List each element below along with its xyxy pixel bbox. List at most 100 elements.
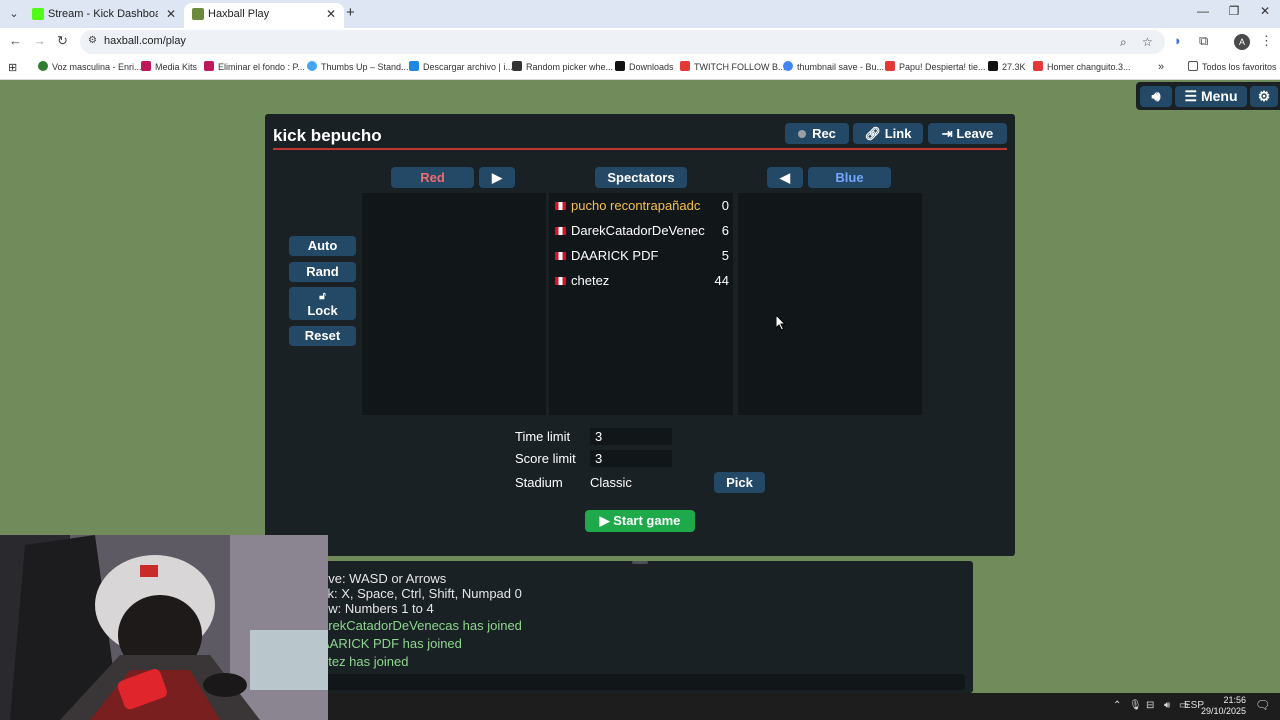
tab-kick-dashboard[interactable]: Stream - Kick Dashboard ✕ — [24, 3, 184, 28]
site-info-icon[interactable]: ⚙ — [88, 35, 97, 46]
microphone-icon[interactable]: 🎙︎ — [1129, 700, 1142, 711]
bookmark-favicon-icon — [307, 61, 317, 71]
score-limit-label: Score limit — [515, 451, 576, 466]
red-team-list[interactable] — [362, 193, 546, 415]
player-ping: 0 — [721, 198, 729, 213]
title-divider — [273, 148, 1007, 150]
bookmark-item[interactable]: TWITCH FOLLOW B... — [680, 61, 786, 72]
bookmark-item[interactable]: Voz masculina - Enri... — [38, 61, 142, 72]
join-blue-button[interactable]: Blue — [808, 167, 891, 188]
join-spectators-button[interactable]: Spectators — [595, 167, 687, 188]
minimize-button[interactable]: — — [1188, 4, 1218, 18]
window-close-button[interactable]: ✕ — [1250, 4, 1280, 18]
list-item[interactable]: DAARICK PDF 5 — [555, 247, 729, 267]
back-button[interactable]: ← — [9, 33, 22, 48]
peru-flag-icon — [555, 252, 566, 260]
reload-button[interactable]: ↻ — [57, 33, 68, 49]
apps-grid-icon[interactable]: ⊞ — [8, 61, 17, 74]
lock-button[interactable]: 🔓︎ Lock — [289, 287, 356, 320]
volume-icon[interactable]: 🔊︎ — [1164, 700, 1170, 711]
tab-haxball-play[interactable]: Haxball Play ✕ — [184, 3, 344, 28]
auto-button[interactable]: Auto — [289, 236, 356, 256]
link-button[interactable]: 🔗︎ Link — [853, 123, 923, 144]
room-title: kick bepucho — [273, 126, 382, 145]
extensions-puzzle-icon[interactable]: ⧉ — [1199, 33, 1208, 49]
chat-input[interactable] — [321, 674, 965, 690]
exit-icon: ⇥ — [941, 126, 953, 141]
forward-button[interactable]: → — [33, 33, 46, 48]
bookmark-item[interactable]: 27.3K — [988, 61, 1026, 72]
time-limit-input[interactable]: 3 — [590, 428, 672, 445]
rec-button[interactable]: Rec — [785, 123, 849, 144]
menu-button[interactable]: ☰ Menu — [1175, 86, 1247, 107]
bookmark-item[interactable]: Downloads — [615, 61, 674, 72]
list-item[interactable]: chetez 44 — [555, 272, 729, 292]
folder-icon — [1188, 61, 1198, 71]
bookmark-item[interactable]: Descargar archivo | i... — [409, 61, 513, 72]
bookmark-favicon-icon — [141, 61, 151, 71]
chat-message: ew: Numbers 1 to 4 — [321, 601, 434, 616]
score-limit-input[interactable]: 3 — [590, 450, 672, 467]
player-name: chetez — [571, 273, 610, 288]
unlock-icon: 🔓︎ — [319, 291, 326, 302]
bookmark-favicon-icon — [38, 61, 48, 71]
bookmark-favicon-icon — [988, 61, 998, 71]
network-icon[interactable]: ⊟ — [1146, 700, 1154, 711]
player-ping: 6 — [721, 223, 729, 238]
all-bookmarks-folder[interactable]: Todos los favoritos — [1188, 61, 1277, 72]
bookmark-item[interactable]: Random picker whe... — [512, 61, 613, 72]
record-dot-icon — [798, 130, 807, 138]
bookmark-item[interactable]: Papu! Despierta! tie... — [885, 61, 986, 72]
extension-icon[interactable]: ◗ — [1174, 33, 1182, 48]
bookmark-star-icon[interactable]: ☆ — [1142, 35, 1153, 49]
join-red-button[interactable]: Red — [391, 167, 474, 188]
notifications-icon[interactable]: 🗨︎ — [1255, 698, 1270, 712]
zoom-icon[interactable]: ⌕ — [1120, 35, 1127, 50]
spectators-list[interactable]: pucho recontrapañadc 0 DarekCatadorDeVen… — [549, 193, 733, 415]
bookmark-favicon-icon — [204, 61, 214, 71]
settings-button[interactable]: ⚙ — [1250, 86, 1278, 107]
game-top-bar: 🔊︎ ☰ Menu ⚙ — [1136, 82, 1280, 110]
start-game-button[interactable]: ▶ Start game — [585, 510, 695, 532]
new-tab-button[interactable]: + — [346, 4, 355, 21]
browser-menu-icon[interactable]: ⋮ — [1260, 33, 1273, 49]
clock-date: 29/10/2025 — [1200, 706, 1246, 716]
list-item[interactable]: pucho recontrapañadc 0 — [555, 197, 729, 217]
tab-title: Stream - Kick Dashboard — [48, 8, 158, 20]
move-to-red-button[interactable]: ▶ — [479, 167, 515, 188]
bookmark-favicon-icon — [783, 61, 793, 71]
address-bar[interactable]: ⚙ haxball.com/play ⌕ ☆ — [80, 30, 1165, 54]
arrow-left-icon: ◀ — [780, 170, 790, 185]
profile-avatar[interactable]: A — [1234, 34, 1250, 50]
blue-team-list[interactable] — [738, 193, 922, 415]
bookmark-item[interactable]: thumbnail save - Bu... — [783, 61, 884, 72]
leave-button[interactable]: ⇥ Leave — [928, 123, 1007, 144]
move-to-blue-button[interactable]: ◀ — [767, 167, 803, 188]
bookmark-item[interactable]: Thumbs Up – Stand... — [307, 61, 409, 72]
bookmark-item[interactable]: Media Kits — [141, 61, 197, 72]
chat-resize-handle[interactable] — [632, 561, 648, 564]
bookmark-item[interactable]: Eliminar el fondo : P... — [204, 61, 305, 72]
tab-search-button[interactable]: ⌄ — [4, 4, 24, 24]
haxball-favicon-icon — [192, 8, 204, 20]
sound-button[interactable]: 🔊︎ — [1140, 86, 1172, 107]
speaker-icon: 🔊︎ — [1151, 88, 1161, 104]
webcam-image — [0, 535, 328, 720]
menu-label: Menu — [1200, 88, 1238, 104]
tray-overflow-icon[interactable]: ⌃ — [1113, 700, 1121, 711]
list-item[interactable]: DarekCatadorDeVenec 6 — [555, 222, 729, 242]
bookmark-favicon-icon — [409, 61, 419, 71]
system-clock[interactable]: 21:56 29/10/2025 — [1200, 695, 1246, 717]
reset-button[interactable]: Reset — [289, 326, 356, 346]
pick-stadium-button[interactable]: Pick — [714, 472, 765, 493]
close-tab-icon[interactable]: ✕ — [166, 3, 176, 25]
close-tab-icon[interactable]: ✕ — [326, 3, 336, 25]
rand-button[interactable]: Rand — [289, 262, 356, 282]
bookmark-item[interactable]: Homer changuito.3... — [1033, 61, 1131, 72]
tab-title: Haxball Play — [208, 8, 270, 20]
restore-button[interactable]: ❐ — [1219, 4, 1249, 18]
player-name: pucho recontrapañadc — [571, 198, 701, 213]
player-name: DAARICK PDF — [571, 248, 659, 263]
player-name: DarekCatadorDeVenec — [571, 223, 705, 238]
more-bookmarks-icon[interactable]: » — [1158, 61, 1164, 73]
